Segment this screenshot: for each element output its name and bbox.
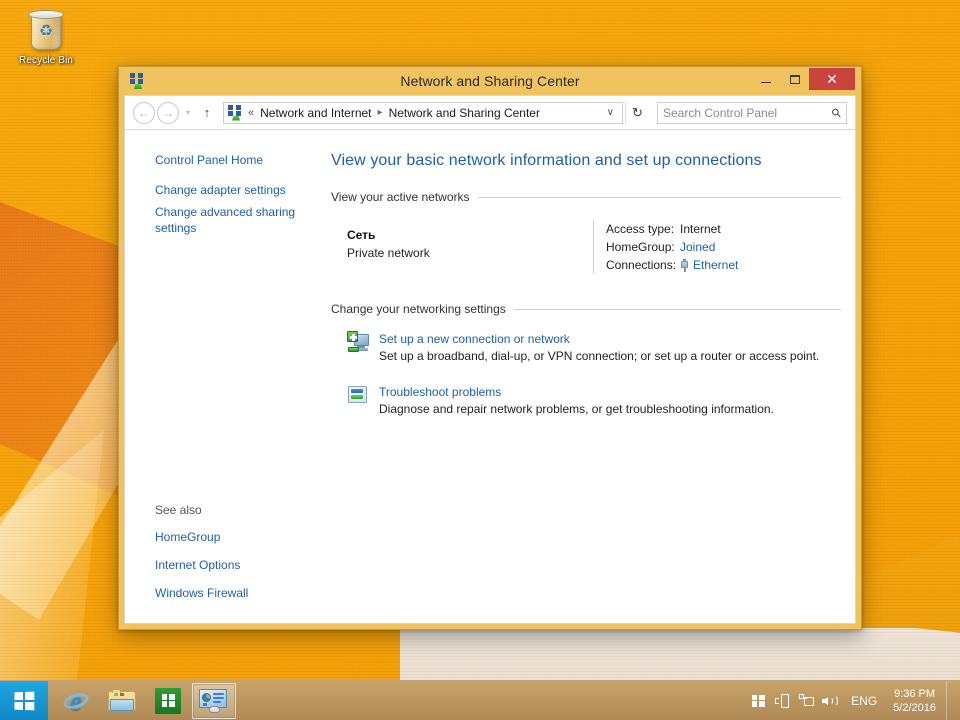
networking-settings-list: Set up a new connection or network Set u… (331, 326, 841, 418)
setting-link-troubleshoot-problems[interactable]: Troubleshoot problems (379, 384, 501, 401)
sidebar-item-change-adapter-settings[interactable]: Change adapter settings (155, 182, 305, 198)
network-tray-icon[interactable] (795, 686, 817, 716)
detail-key: Connections: (606, 256, 680, 274)
title-bar[interactable]: Network and Sharing Center ✕ (124, 67, 856, 95)
see-also-item-homegroup[interactable]: HomeGroup (155, 529, 311, 545)
window-body: Control Panel Home Change adapter settin… (124, 129, 856, 624)
taskbar-item-control-panel[interactable] (192, 683, 236, 719)
breadcrumb-network-and-sharing-center[interactable]: Network and Sharing Center (387, 105, 542, 121)
taskbar: e (0, 680, 960, 720)
recent-pages-button[interactable]: ▾ (181, 102, 195, 124)
start-button[interactable] (0, 681, 48, 720)
setting-description: Set up a broadband, dial-up, or VPN conn… (379, 348, 841, 365)
detail-key: Access type: (606, 220, 680, 238)
window-frame: Network and Sharing Center ✕ ← → ▾ ↑ (119, 67, 861, 629)
see-also-section: See also HomeGroup Internet Options Wind… (155, 503, 311, 609)
divider (514, 309, 841, 310)
volume-icon[interactable] (819, 686, 841, 716)
divider (478, 197, 841, 198)
detail-row-connections: Connections: Ethernet (606, 256, 841, 274)
setting-item-setup-new-connection[interactable]: Set up a new connection or network Set u… (331, 330, 841, 365)
desktop[interactable]: ♻ Recycle Bin Network and Sharing Center… (0, 0, 960, 720)
maximize-button[interactable] (780, 68, 809, 90)
detail-value-access-type: Internet (680, 220, 721, 238)
taskbar-items: e (48, 681, 236, 720)
see-also-item-internet-options[interactable]: Internet Options (155, 557, 311, 573)
active-networks-header: View your active networks (331, 190, 841, 204)
language-indicator[interactable]: ENG (843, 686, 885, 716)
desktop-icon-recycle-bin[interactable]: ♻ Recycle Bin (8, 6, 84, 67)
navigation-toolbar: ← → ▾ ↑ « Network and Internet ▸ Network… (124, 95, 856, 129)
taskbar-item-windows-store[interactable] (146, 683, 190, 719)
system-tray: ENG 9:36 PM 5/2/2016 (747, 681, 960, 720)
show-desktop-button[interactable] (946, 681, 954, 720)
new-connection-icon (347, 331, 369, 353)
see-also-item-windows-firewall[interactable]: Windows Firewall (155, 585, 311, 601)
refresh-icon[interactable]: ↻ (625, 102, 649, 124)
clock-date: 5/2/2016 (893, 701, 936, 715)
taskbar-item-internet-explorer[interactable]: e (54, 683, 98, 719)
active-networks-panel: Сеть Private network Access type: Intern… (331, 214, 841, 274)
detail-row-homegroup: HomeGroup: Joined (606, 238, 841, 256)
clock-time: 9:36 PM (893, 687, 936, 701)
networking-settings-header: Change your networking settings (331, 302, 841, 316)
network-identity: Сеть Private network (331, 220, 593, 274)
see-also-title: See also (155, 503, 311, 517)
windows-logo-icon (14, 691, 34, 710)
search-input[interactable] (663, 106, 832, 120)
search-box[interactable]: ⚲ (657, 102, 847, 124)
recycle-bin-icon: ♻ (24, 8, 68, 52)
window-title: Network and Sharing Center (124, 73, 856, 89)
detail-row-access-type: Access type: Internet (606, 220, 841, 238)
action-center-icon[interactable] (747, 686, 769, 716)
setting-description: Diagnose and repair network problems, or… (379, 401, 841, 418)
section-label: View your active networks (331, 190, 470, 204)
sidebar: Control Panel Home Change adapter settin… (125, 130, 325, 623)
address-bar[interactable]: « Network and Internet ▸ Network and Sha… (223, 102, 623, 124)
network-type: Private network (347, 244, 593, 262)
network-sharing-icon (130, 73, 146, 89)
chevron-down-icon[interactable]: ∨ (601, 107, 620, 118)
sidebar-item-control-panel-home[interactable]: Control Panel Home (155, 152, 305, 168)
main-content: View your basic network information and … (325, 130, 855, 623)
network-plug-icon (680, 259, 689, 272)
breadcrumb-network-and-internet[interactable]: Network and Internet (258, 105, 373, 121)
section-label: Change your networking settings (331, 302, 506, 316)
window-controls: ✕ (751, 67, 856, 95)
back-button[interactable]: ← (133, 102, 155, 124)
store-icon (155, 688, 181, 714)
page-title: View your basic network information and … (331, 152, 841, 170)
network-sharing-center-window[interactable]: Network and Sharing Center ✕ ← → ▾ ↑ (118, 66, 862, 630)
setting-item-troubleshoot-problems[interactable]: Troubleshoot problems Diagnose and repai… (331, 383, 841, 418)
chevron-right-icon: ▸ (377, 107, 384, 118)
network-name: Сеть (347, 226, 593, 244)
setting-text: Set up a new connection or network Set u… (379, 330, 841, 365)
network-details: Access type: Internet HomeGroup: Joined … (593, 220, 841, 274)
setting-link-setup-new-connection[interactable]: Set up a new connection or network (379, 331, 570, 348)
close-button[interactable]: ✕ (809, 68, 855, 90)
detail-key: HomeGroup: (606, 238, 680, 256)
address-overflow-icon[interactable]: « (247, 107, 255, 119)
clock[interactable]: 9:36 PM 5/2/2016 (887, 684, 944, 718)
forward-button[interactable]: → (157, 102, 179, 124)
control-panel-icon (199, 689, 229, 713)
taskbar-item-file-explorer[interactable] (100, 683, 144, 719)
detail-value-homegroup-link[interactable]: Joined (680, 238, 715, 256)
up-button[interactable]: ↑ (197, 102, 217, 124)
internet-explorer-icon: e (62, 687, 90, 715)
folder-icon (108, 689, 136, 713)
desktop-icon-label: Recycle Bin (8, 55, 84, 67)
troubleshoot-icon (347, 384, 369, 406)
minimize-button[interactable] (751, 68, 780, 90)
sidebar-item-change-advanced-sharing-settings[interactable]: Change advanced sharing settings (155, 204, 305, 236)
detail-value-ethernet-link[interactable]: Ethernet (693, 256, 738, 274)
setting-text: Troubleshoot problems Diagnose and repai… (379, 383, 841, 418)
usb-safely-remove-icon[interactable] (771, 686, 793, 716)
network-sharing-icon (228, 105, 244, 121)
